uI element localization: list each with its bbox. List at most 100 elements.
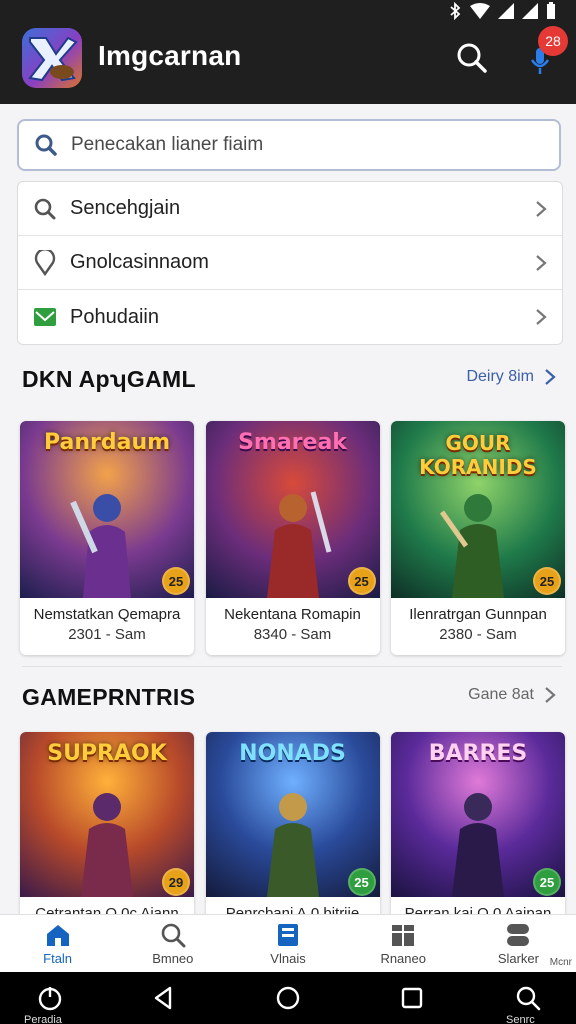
see-all-link[interactable]: Gane 8at bbox=[468, 686, 556, 704]
game-card[interactable]: NONADS 25 Penrcbani A.0 bitriie bbox=[205, 732, 380, 932]
search-button[interactable] bbox=[452, 38, 492, 78]
section-title: DKN ApʮGAML bbox=[22, 366, 196, 392]
section-divider bbox=[22, 666, 562, 667]
rating-badge: 25 bbox=[533, 868, 561, 896]
game-logo-text: SUPRAOK bbox=[47, 741, 167, 766]
suggestion-item[interactable]: Pohudaiin bbox=[18, 290, 562, 344]
suggestion-item[interactable]: Gnolcasinnaom bbox=[18, 236, 562, 290]
wifi-icon bbox=[470, 3, 490, 19]
status-bar bbox=[448, 0, 556, 22]
home-button-icon[interactable] bbox=[274, 984, 302, 1012]
game-card-row: SUPRAOK 29 Cetrantan Q.0c Aiann NONADS 2… bbox=[20, 732, 565, 932]
game-card[interactable]: Smareak 25 Nekentana Romapin 8340 - Sam bbox=[205, 421, 380, 655]
see-all-label: Gane 8at bbox=[468, 686, 534, 703]
game-meta: 8340 - Sam bbox=[253, 626, 332, 643]
search-icon bbox=[35, 134, 57, 156]
back-icon[interactable] bbox=[150, 984, 178, 1012]
game-card[interactable]: BARRES 25 Perran kai Q.0 Aaipan bbox=[391, 732, 565, 932]
power-icon[interactable] bbox=[36, 984, 64, 1012]
app-title: Imgcarnan bbox=[98, 40, 242, 71]
game-title: Nemstatkan Qemapra bbox=[33, 606, 181, 623]
game-meta: 2301 - Sam bbox=[68, 626, 146, 643]
character-figure bbox=[452, 793, 504, 897]
game-card[interactable]: GOUR KORANIDS 25 Ilenratrgan Gunnpan 238… bbox=[391, 421, 565, 655]
home-icon bbox=[46, 924, 69, 946]
chevron-right-icon bbox=[536, 255, 547, 271]
bottom-navigation: Ftaln Bmneo Vlnais Rnaneo Slarker Mcnr bbox=[0, 914, 576, 972]
character-figure bbox=[439, 494, 504, 598]
app-bar: Imgcarnan 28 bbox=[0, 0, 576, 104]
nav-item-home[interactable]: Ftaln bbox=[0, 915, 115, 972]
signal-icon bbox=[498, 3, 514, 19]
search-icon bbox=[34, 198, 56, 219]
nav-label: Ftaln bbox=[43, 950, 73, 966]
nav-item-documents[interactable]: Vlnais bbox=[230, 915, 345, 972]
chevron-right-icon bbox=[545, 369, 556, 385]
nav-label: Vlnais bbox=[270, 950, 306, 966]
search-input[interactable] bbox=[71, 134, 511, 156]
game-art: BARRES 25 bbox=[391, 732, 565, 897]
battery-icon bbox=[547, 2, 555, 19]
game-card[interactable]: SUPRAOK 29 Cetrantan Q.0c Aiann bbox=[20, 732, 194, 932]
chevron-right-icon bbox=[536, 309, 547, 325]
system-right-label: Senrc bbox=[506, 1014, 535, 1024]
system-navigation-bar: Peradia Senrc bbox=[0, 972, 576, 1024]
game-card[interactable]: Panrdaum 25 Nemstatkan Qemapra 2301 - Sa… bbox=[20, 421, 194, 655]
rating-badge: 25 bbox=[347, 567, 376, 595]
game-art: Panrdaum 25 bbox=[20, 421, 194, 598]
suggestion-item[interactable]: Sencehgjain bbox=[18, 182, 562, 236]
character-figure bbox=[266, 491, 331, 598]
nav-label: Slarker bbox=[497, 950, 539, 966]
game-logo-text: Smareak bbox=[238, 430, 347, 455]
app-logo-icon bbox=[28, 36, 78, 82]
game-art: GOUR KORANIDS 25 bbox=[391, 421, 565, 598]
search-icon bbox=[161, 923, 186, 947]
rating-badge: 29 bbox=[162, 868, 190, 896]
game-art: NONADS 25 bbox=[205, 732, 380, 897]
notification-badge[interactable]: 28 bbox=[538, 26, 568, 56]
system-left-label: Peradia bbox=[24, 1014, 62, 1024]
library-icon bbox=[392, 924, 415, 946]
game-art: Smareak 25 bbox=[205, 421, 380, 598]
suggestion-list: Sencehgjain Gnolcasinnaom Pohudaiin bbox=[17, 181, 563, 345]
app-logo[interactable] bbox=[22, 28, 82, 88]
profile-icon bbox=[507, 923, 530, 946]
rating-badge: 25 bbox=[533, 567, 561, 595]
location-pin-icon bbox=[34, 249, 56, 276]
game-logo-text: GOUR KORANIDS bbox=[419, 431, 537, 479]
signal-icon bbox=[522, 3, 538, 19]
character-figure bbox=[81, 793, 133, 897]
bluetooth-icon bbox=[450, 2, 461, 20]
recents-icon[interactable] bbox=[398, 984, 426, 1012]
game-title: Nekentana Romapin bbox=[224, 606, 361, 623]
rating-badge: 25 bbox=[162, 567, 190, 595]
nav-corner-label: Mcnr bbox=[549, 957, 572, 968]
mail-icon bbox=[34, 308, 56, 326]
nav-item-search[interactable]: Bmneo bbox=[115, 915, 230, 972]
nav-item-library[interactable]: Rnaneo bbox=[346, 915, 461, 972]
search-field[interactable] bbox=[17, 119, 561, 171]
document-icon bbox=[278, 923, 298, 946]
character-figure bbox=[266, 793, 319, 897]
game-logo-text: BARRES bbox=[428, 741, 528, 766]
chevron-right-icon bbox=[536, 201, 547, 217]
suggestion-label: Gnolcasinnaom bbox=[70, 251, 209, 273]
chevron-right-icon bbox=[545, 687, 556, 703]
section-title: GAMEPRNTRIS bbox=[22, 684, 196, 710]
game-title: Ilenratrgan Gunnpan bbox=[409, 606, 547, 623]
nav-label: Rnaneo bbox=[380, 950, 426, 966]
game-card-row: Panrdaum 25 Nemstatkan Qemapra 2301 - Sa… bbox=[20, 421, 565, 655]
search-icon bbox=[457, 43, 487, 73]
nav-label: Bmneo bbox=[152, 950, 194, 966]
rating-badge: 25 bbox=[347, 868, 376, 896]
game-logo-text: NONADS bbox=[239, 741, 346, 766]
game-meta: 2380 - Sam bbox=[439, 626, 517, 643]
game-logo-text: Panrdaum bbox=[43, 430, 171, 455]
suggestion-label: Pohudaiin bbox=[70, 305, 159, 328]
search-icon[interactable] bbox=[514, 984, 542, 1012]
game-art: SUPRAOK 29 bbox=[20, 732, 194, 897]
see-all-link[interactable]: Deiry 8im bbox=[466, 368, 556, 386]
see-all-label: Deiry 8im bbox=[466, 368, 534, 385]
suggestion-label: Sencehgjain bbox=[70, 197, 181, 219]
character-figure bbox=[70, 494, 131, 598]
